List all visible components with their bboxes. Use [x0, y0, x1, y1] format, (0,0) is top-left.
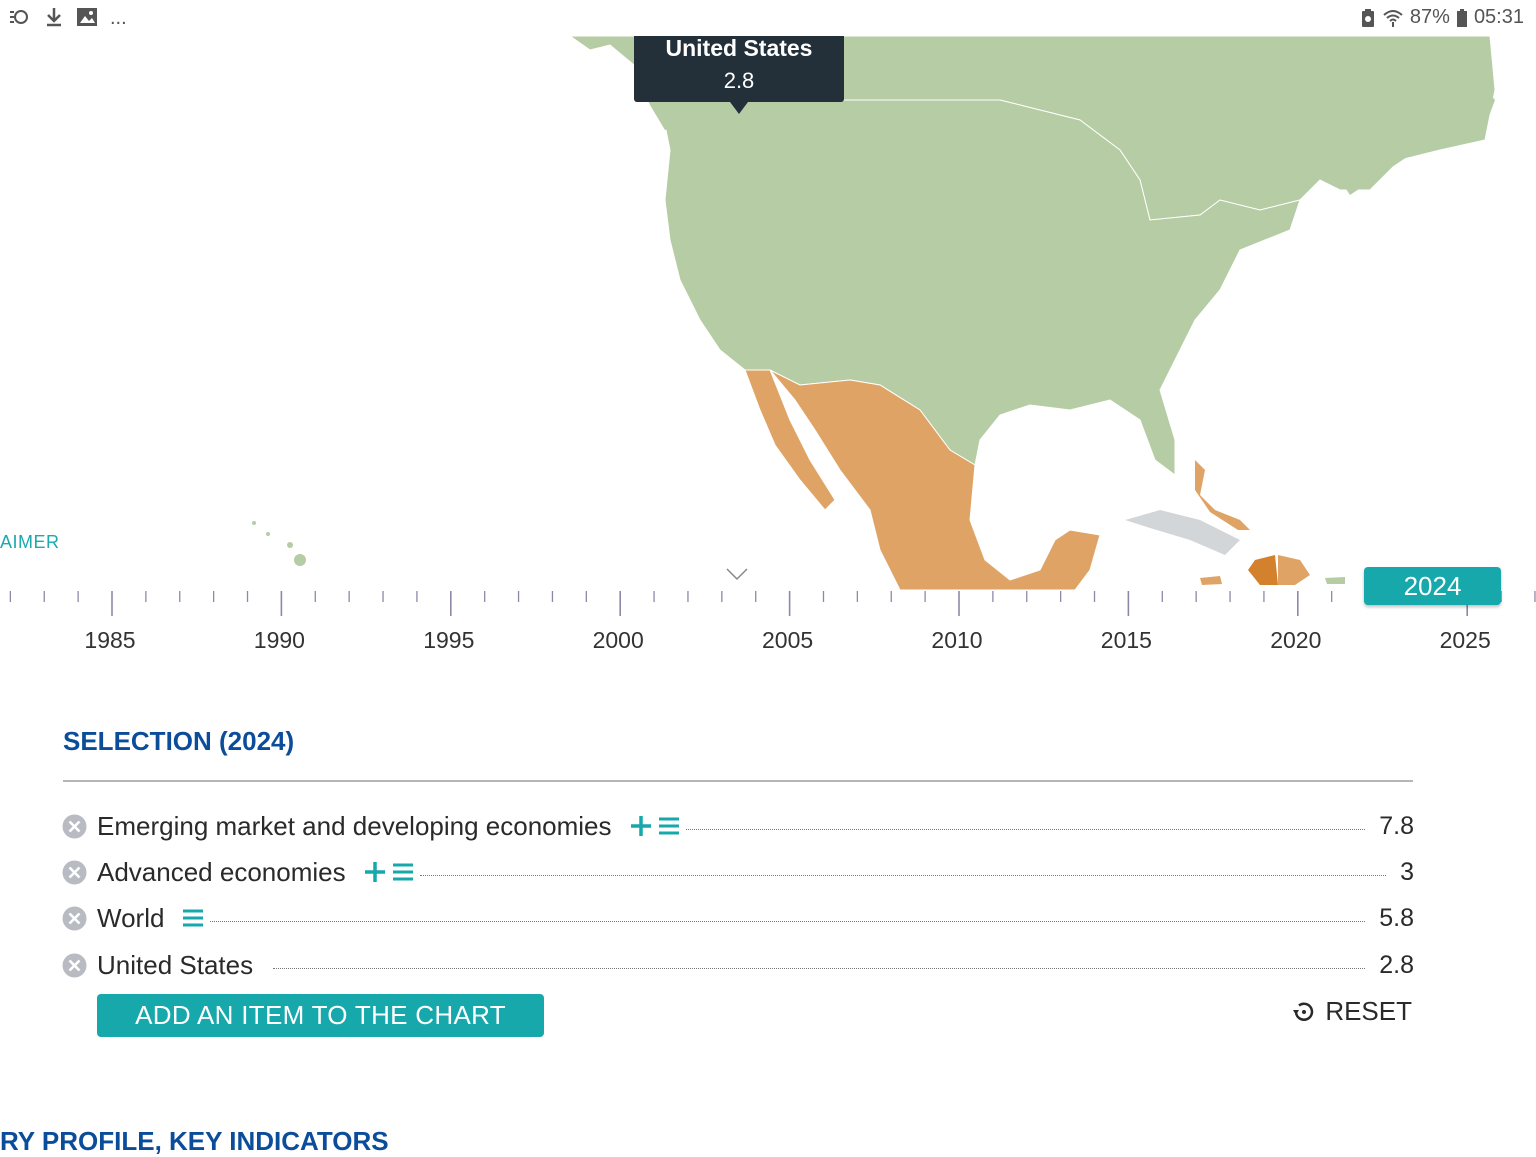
map-region-bahamas[interactable] — [1195, 460, 1250, 530]
chevron-down-icon[interactable] — [725, 566, 749, 582]
map-region-hawaii-islet — [287, 542, 293, 548]
wifi-icon — [1383, 9, 1403, 27]
list-icon[interactable] — [392, 862, 414, 882]
timeline-year-label[interactable]: 1995 — [423, 627, 474, 654]
timeline-year-label[interactable]: 2010 — [931, 627, 982, 654]
row-label: World — [97, 902, 165, 933]
selection-row: United States 2.8 — [62, 947, 1414, 983]
row-label: United States — [97, 949, 254, 980]
list-icon[interactable] — [182, 908, 204, 928]
dot-leader — [210, 920, 1366, 922]
map-svg[interactable] — [0, 36, 1536, 590]
map-region-hawaii-islet — [252, 521, 256, 525]
row-value: 7.8 — [1379, 811, 1414, 840]
system-status: 87% 05:31 — [1360, 6, 1524, 29]
list-icon[interactable] — [658, 816, 680, 836]
battery-percent: 87% — [1409, 6, 1450, 28]
map-tooltip: United States 2.8 — [634, 35, 844, 114]
row-value: 2.8 — [1379, 950, 1414, 979]
notification-icons: ... — [8, 6, 127, 28]
remove-icon[interactable] — [62, 906, 87, 931]
year-timeline[interactable]: 1985 1990 1995 2000 2005 2010 2015 2020 2025 — [0, 560, 1536, 670]
add-item-button[interactable]: ADD AN ITEM TO THE CHART — [97, 994, 544, 1037]
row-label: Emerging market and developing economies — [97, 810, 612, 841]
timeline-year-label[interactable]: 2000 — [593, 627, 644, 654]
row-actions — [630, 815, 680, 837]
tooltip-pointer — [730, 102, 748, 114]
more-notifications-icon: ... — [110, 7, 127, 29]
dot-leader — [685, 828, 1366, 830]
remove-icon[interactable] — [62, 860, 87, 885]
battery-saver-icon — [1361, 8, 1374, 27]
selection-title: SELECTION (2024) — [63, 726, 295, 756]
android-status-bar: ... 87% 05:31 — [0, 0, 1536, 36]
reset-label: RESET — [1325, 996, 1412, 1026]
section-title: RY PROFILE, KEY INDICATORS — [0, 1126, 389, 1156]
dot-leader — [419, 874, 1387, 876]
tooltip-value: 2.8 — [723, 68, 755, 93]
selection-row: Advanced economies 3 — [62, 854, 1414, 890]
timeline-year-label[interactable]: 2020 — [1270, 627, 1321, 654]
clock: 05:31 — [1473, 6, 1524, 28]
reset-button[interactable]: RESET — [1291, 996, 1412, 1027]
row-value: 5.8 — [1379, 903, 1414, 932]
selected-year-slider[interactable]: 2024 — [1364, 567, 1501, 605]
add-icon[interactable] — [364, 861, 386, 883]
download-icon — [47, 8, 61, 27]
reset-icon — [1293, 1002, 1314, 1021]
timeline-year-label[interactable]: 2015 — [1101, 627, 1152, 654]
remove-icon[interactable] — [62, 814, 87, 839]
sync-off-icon — [10, 10, 28, 24]
timeline-year-label[interactable]: 1985 — [84, 627, 135, 654]
image-icon — [77, 8, 97, 26]
row-value: 3 — [1400, 857, 1414, 886]
timeline-year-label[interactable]: 2025 — [1440, 627, 1491, 654]
row-label: Advanced economies — [97, 856, 346, 887]
disclaimer-link[interactable]: AIMER — [0, 532, 60, 553]
tooltip-country: United States — [665, 35, 813, 61]
timeline-year-label[interactable]: 2005 — [762, 627, 813, 654]
divider — [63, 780, 1413, 782]
map-region-hawaii-islet — [266, 532, 270, 536]
row-actions — [364, 861, 414, 883]
selection-row: World 5.8 — [62, 900, 1414, 936]
battery-icon — [1456, 8, 1467, 27]
dot-leader — [273, 967, 1366, 969]
selection-row: Emerging market and developing economies… — [62, 808, 1414, 844]
choropleth-map[interactable] — [0, 36, 1536, 590]
remove-icon[interactable] — [62, 953, 87, 978]
timeline-year-label[interactable]: 1990 — [254, 627, 305, 654]
row-actions — [182, 908, 204, 928]
add-icon[interactable] — [630, 815, 652, 837]
